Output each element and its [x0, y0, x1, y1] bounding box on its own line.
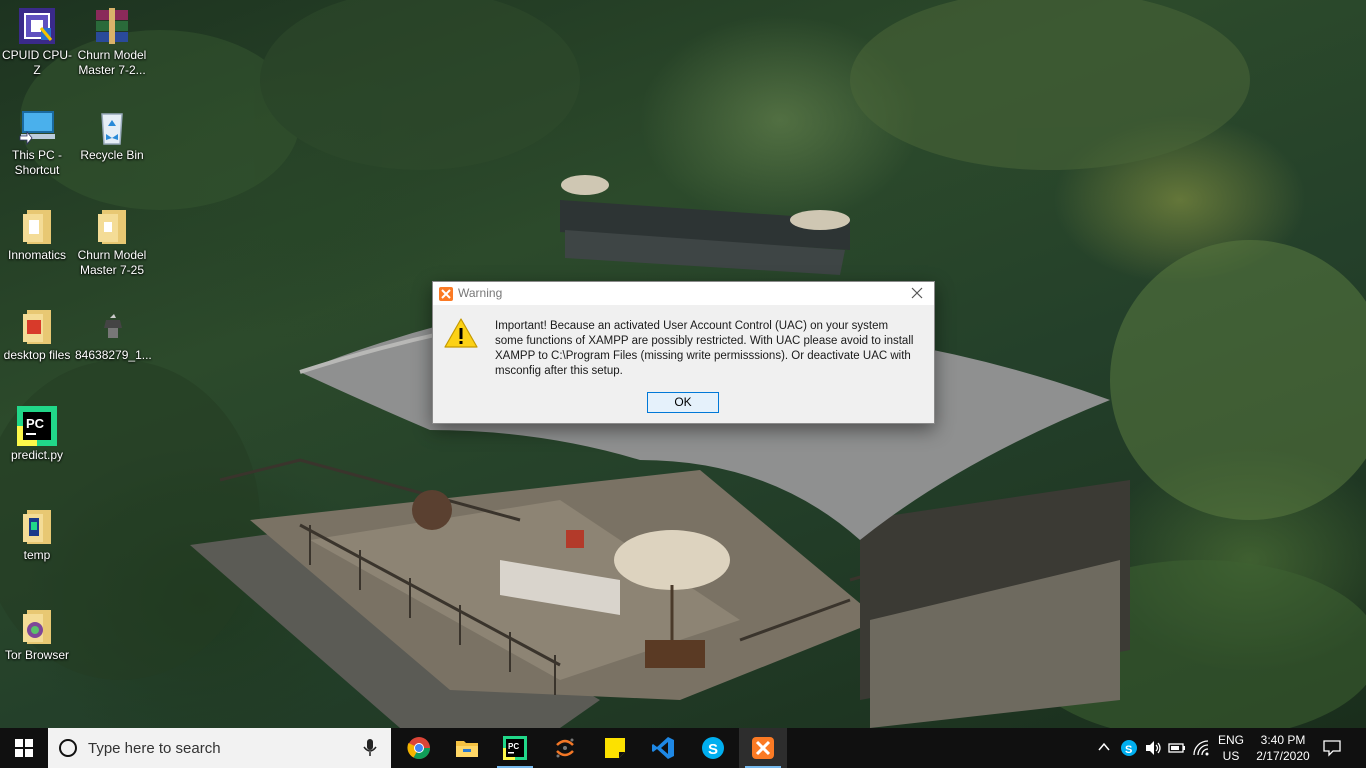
warning-icon: [444, 318, 478, 348]
desktop-icon-label: Tor Browser: [4, 648, 69, 662]
xampp-icon: [752, 737, 774, 759]
taskbar-pycharm[interactable]: PC: [491, 728, 539, 768]
desktop-icon-label: 84638279_1...: [75, 348, 152, 362]
battery-icon[interactable]: [1168, 739, 1186, 757]
pycharm-icon: PC: [503, 736, 527, 760]
folder-icon: [23, 310, 51, 344]
desktop-icon-cpu-z[interactable]: CPUID CPU-Z: [0, 6, 74, 78]
desktop-icon-churn-folder[interactable]: Churn Model Master 7-25: [75, 206, 149, 278]
sticky-notes-icon: [605, 738, 625, 758]
dialog-message: Important! Because an activated User Acc…: [495, 320, 914, 377]
search-placeholder: Type here to search: [88, 740, 221, 757]
desktop-icon-this-pc[interactable]: This PC - Shortcut: [0, 106, 74, 178]
language-code: ENG: [1217, 733, 1244, 747]
clock-time: 3:40 PM: [1260, 733, 1306, 747]
dialog-titlebar[interactable]: Warning: [433, 282, 934, 305]
clock-date: 2/17/2020: [1256, 749, 1310, 763]
desktop-icon-label: Churn Model Master 7-2...: [77, 48, 147, 77]
taskbar-vscode[interactable]: [639, 728, 687, 768]
action-center-icon[interactable]: [1322, 739, 1342, 757]
svg-text:S: S: [1125, 744, 1132, 756]
search-icon: [59, 739, 77, 757]
folder-icon: [23, 610, 51, 644]
svg-text:S: S: [708, 741, 718, 758]
desktop-icon-label: Churn Model Master 7-25: [77, 248, 147, 277]
vscode-icon: [652, 737, 674, 759]
show-hidden-icons-chevron-icon[interactable]: [1096, 739, 1112, 755]
close-icon: [911, 287, 923, 299]
search-box[interactable]: Type here to search: [48, 728, 391, 768]
desktop-icon-84638279[interactable]: 84638279_1...: [75, 306, 152, 363]
desktop-icon-label: desktop files: [3, 348, 71, 362]
taskbar-skype[interactable]: S: [689, 728, 737, 768]
desktop-icon-tor-browser[interactable]: Tor Browser: [0, 606, 74, 663]
jupyter-icon: [556, 738, 574, 758]
skype-tray-icon[interactable]: S: [1120, 739, 1138, 757]
ok-button[interactable]: OK: [647, 392, 719, 413]
file-explorer-icon: [456, 741, 478, 757]
taskbar: Type here to search PC S S ENG US 3:40 P…: [0, 728, 1366, 768]
desktop-icon-label: Innomatics: [7, 248, 67, 262]
recycle-bin-icon: [101, 113, 123, 145]
folder-icon: [23, 510, 51, 544]
windows-logo-icon: [15, 739, 33, 757]
desktop-icon-temp[interactable]: temp: [0, 506, 74, 563]
file-icon: [104, 314, 122, 338]
desktop-icon-churn-archive[interactable]: Churn Model Master 7-2...: [75, 6, 149, 78]
desktop-icon-desktop-files[interactable]: desktop files: [0, 306, 74, 363]
language-indicator[interactable]: ENG US: [1216, 732, 1246, 764]
svg-text:PC: PC: [508, 742, 519, 751]
xampp-icon: [439, 287, 453, 301]
svg-text:PC: PC: [26, 416, 45, 431]
dialog-title: Warning: [458, 286, 503, 300]
desktop-icon-predict-py[interactable]: PC predict.py: [0, 406, 74, 463]
desktop-icon-label: temp: [23, 548, 51, 562]
this-pc-icon: [19, 111, 55, 146]
taskbar-chrome[interactable]: [395, 728, 443, 768]
desktop-icon-label: predict.py: [10, 448, 64, 462]
folder-icon: [23, 210, 51, 244]
taskbar-sticky-notes[interactable]: [591, 728, 639, 768]
desktop-icon-label: CPUID CPU-Z: [1, 48, 72, 77]
desktop-icon-label: This PC - Shortcut: [11, 148, 62, 177]
start-button[interactable]: [0, 728, 48, 768]
folder-icon: [98, 210, 126, 244]
desktop-icon-recycle-bin[interactable]: Recycle Bin: [75, 106, 149, 163]
language-region: US: [1222, 749, 1240, 763]
wifi-icon[interactable]: [1192, 739, 1210, 757]
desktop-icon-innomatics[interactable]: Innomatics: [0, 206, 74, 263]
taskbar-xampp[interactable]: [739, 728, 787, 768]
desktop-icon-label: Recycle Bin: [80, 148, 144, 162]
dialog-body: Important! Because an activated User Acc…: [433, 305, 934, 423]
winrar-archive-icon: [96, 8, 128, 44]
pycharm-icon: PC: [17, 406, 57, 446]
xampp-warning-dialog: Warning Important! Because an activated …: [432, 281, 935, 424]
skype-icon: S: [702, 737, 724, 759]
close-button[interactable]: [900, 282, 934, 305]
microphone-icon[interactable]: [363, 739, 377, 757]
chrome-icon: [407, 737, 430, 759]
taskbar-jupyter[interactable]: [541, 728, 589, 768]
taskbar-file-explorer[interactable]: [443, 728, 491, 768]
volume-icon[interactable]: [1144, 739, 1162, 757]
system-clock[interactable]: 3:40 PM 2/17/2020: [1250, 732, 1316, 764]
cpu-z-icon: [19, 8, 55, 44]
